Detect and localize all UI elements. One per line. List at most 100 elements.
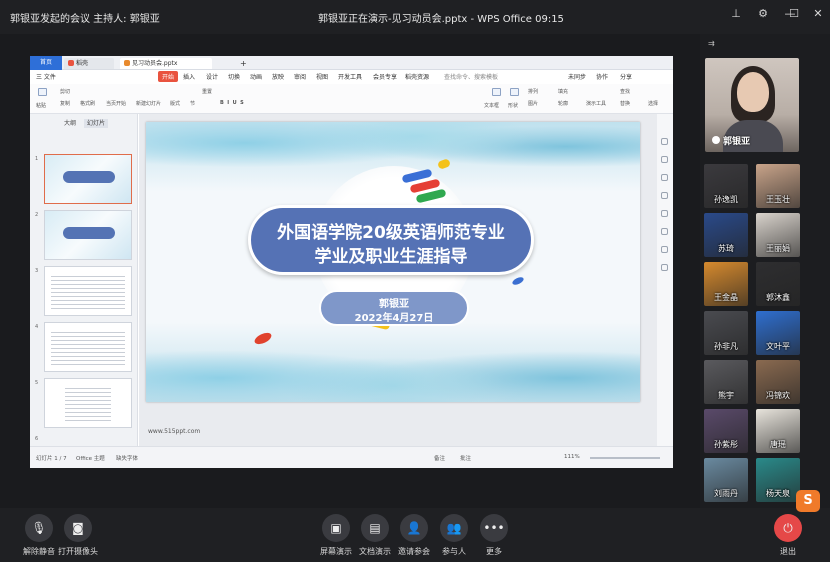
tool-icon[interactable] bbox=[661, 264, 668, 271]
paste-icon[interactable] bbox=[38, 88, 47, 96]
close-icon[interactable]: ✕ bbox=[806, 4, 830, 22]
menu-view[interactable]: 视图 bbox=[316, 72, 328, 81]
menu-developer[interactable]: 开发工具 bbox=[338, 72, 362, 81]
collapse-sidebar-icon[interactable]: ⇉ bbox=[708, 39, 715, 48]
reset-button[interactable]: 重置 bbox=[202, 88, 212, 95]
menu-insert[interactable]: 插入 bbox=[183, 72, 195, 81]
arrange-button[interactable]: 排列 bbox=[528, 88, 538, 95]
menu-animation[interactable]: 动画 bbox=[250, 72, 262, 81]
participant-tile[interactable]: 杨天泉 bbox=[756, 458, 800, 502]
leave-button[interactable]: ⏻ 退出 bbox=[769, 514, 807, 557]
section-button[interactable]: 节 bbox=[190, 100, 195, 107]
participant-name: 刘雨丹 bbox=[714, 489, 738, 498]
share-button[interactable]: 分享 bbox=[620, 72, 632, 81]
participant-tile[interactable]: 孙逸凯 bbox=[704, 164, 748, 208]
menu-slideshow[interactable]: 放映 bbox=[272, 72, 284, 81]
copy-button[interactable]: 复制 bbox=[60, 100, 70, 107]
more-button[interactable]: ••• 更多 bbox=[475, 514, 513, 557]
tool-icon[interactable] bbox=[661, 246, 668, 253]
menu-design[interactable]: 设计 bbox=[206, 72, 218, 81]
speaker-video[interactable]: 郭银亚 bbox=[705, 58, 799, 152]
settings-icon[interactable]: ⚙ bbox=[751, 4, 775, 22]
current-slide[interactable]: 外国语学院20级英语师范专业 学业及职业生涯指导 郭银亚 2022年4月27日 bbox=[146, 122, 640, 402]
wps-home-tab[interactable]: 首页 bbox=[30, 56, 62, 70]
outline-button[interactable]: 轮廓 bbox=[558, 100, 568, 107]
participant-tile[interactable]: 孙紫彤 bbox=[704, 409, 748, 453]
tool-icon[interactable] bbox=[661, 174, 668, 181]
participant-tile[interactable]: 苏琦 bbox=[704, 213, 748, 257]
menu-review[interactable]: 审阅 bbox=[294, 72, 306, 81]
menu-file[interactable]: 三 文件 bbox=[36, 72, 56, 81]
screen-share-icon: ▣ bbox=[322, 514, 350, 542]
tool-icon[interactable] bbox=[661, 210, 668, 217]
pin-icon[interactable]: ⊥ bbox=[724, 4, 748, 22]
unmute-button[interactable]: 🎙 解除静音 bbox=[20, 514, 58, 557]
shape-icon[interactable] bbox=[510, 88, 519, 96]
participant-tile[interactable]: 王金晶 bbox=[704, 262, 748, 306]
format-painter-button[interactable]: 格式刷 bbox=[80, 100, 95, 107]
camera-button[interactable]: ◙ 打开摄像头 bbox=[56, 514, 100, 557]
layout-button[interactable]: 版式 bbox=[170, 100, 180, 107]
notes-button[interactable]: 备注 bbox=[434, 454, 445, 462]
tool-icon[interactable] bbox=[661, 192, 668, 199]
participant-tile[interactable]: 唐瑶 bbox=[756, 409, 800, 453]
zoom-slider[interactable] bbox=[590, 457, 660, 459]
share-screen-button[interactable]: ▣ 屏幕演示 bbox=[317, 514, 355, 557]
start-current-button[interactable]: 当页开始 bbox=[106, 100, 126, 107]
participant-tile[interactable]: 王玉壮 bbox=[756, 164, 800, 208]
select-button[interactable]: 选择 bbox=[648, 100, 658, 107]
cut-button[interactable]: 剪切 bbox=[60, 88, 70, 95]
presenter-name: 郭银亚 bbox=[379, 299, 409, 310]
new-tab-icon[interactable]: + bbox=[236, 58, 251, 69]
menu-home[interactable]: 开始 bbox=[158, 71, 179, 82]
outline-tab[interactable]: 大纲 bbox=[64, 120, 76, 127]
tool-icon[interactable] bbox=[661, 228, 668, 235]
picture-button[interactable]: 图片 bbox=[528, 100, 538, 107]
doc-present-button[interactable]: ▤ 文档演示 bbox=[356, 514, 394, 557]
participant-tile[interactable]: 文叶平 bbox=[756, 311, 800, 355]
participant-tile[interactable]: 孙非凡 bbox=[704, 311, 748, 355]
slides-tab[interactable]: 幻灯片 bbox=[84, 119, 109, 128]
collab-button[interactable]: 协作 bbox=[596, 72, 608, 81]
zoom-level[interactable]: 111% bbox=[564, 454, 580, 460]
wps-draft-tab[interactable]: 稻壳 bbox=[64, 58, 114, 69]
participant-tile[interactable]: 郭沐鑫 bbox=[756, 262, 800, 306]
comments-button[interactable]: 批注 bbox=[460, 454, 471, 462]
participants-button[interactable]: 👥 参与人 bbox=[435, 514, 473, 557]
missing-font[interactable]: 缺失字体 bbox=[116, 454, 138, 462]
more-icon: ••• bbox=[480, 514, 508, 542]
slide-thumbnail[interactable] bbox=[44, 378, 132, 428]
sync-status[interactable]: 未同步 bbox=[568, 72, 586, 81]
invite-button[interactable]: 👤 邀请参会 bbox=[395, 514, 433, 557]
restore-icon[interactable]: ☐ bbox=[782, 4, 806, 22]
font-style-bar[interactable]: B I U S bbox=[220, 100, 244, 106]
find-button[interactable]: 查找 bbox=[620, 88, 630, 95]
replace-button[interactable]: 替换 bbox=[620, 100, 630, 107]
present-tools-button[interactable]: 演示工具 bbox=[586, 100, 606, 107]
thumb-text bbox=[51, 329, 125, 365]
participant-tile[interactable]: 刘雨丹 bbox=[704, 458, 748, 502]
participant-name: 孙逸凯 bbox=[714, 195, 738, 204]
slide-thumbnail[interactable] bbox=[44, 210, 132, 260]
sogou-ime-icon[interactable]: S bbox=[796, 490, 820, 512]
slide-thumbnail[interactable] bbox=[44, 266, 132, 316]
fill-button[interactable]: 填充 bbox=[558, 88, 568, 95]
wps-doc-tab[interactable]: 见习动员会.pptx bbox=[120, 58, 212, 69]
menu-member[interactable]: 会员专享 bbox=[373, 72, 397, 81]
new-slide-button[interactable]: 新建幻灯片 bbox=[136, 100, 161, 107]
tool-icon[interactable] bbox=[661, 156, 668, 163]
deco-blue-leaf bbox=[511, 275, 525, 287]
menu-docer[interactable]: 稻壳资源 bbox=[405, 72, 429, 81]
textbox-icon[interactable] bbox=[492, 88, 501, 96]
shared-wps-window: 首页 稻壳 见习动员会.pptx + 三 文件 开始 插入 设计 切换 动画 放… bbox=[30, 56, 673, 468]
participant-tile[interactable]: 熊宇 bbox=[704, 360, 748, 404]
command-search[interactable]: 查找命令、搜索模板 bbox=[444, 72, 498, 81]
slide-editing-canvas[interactable]: 外国语学院20级英语师范专业 学业及职业生涯指导 郭银亚 2022年4月27日 bbox=[139, 114, 657, 446]
tool-icon[interactable] bbox=[661, 138, 668, 145]
presentation-date: 2022年4月27日 bbox=[354, 313, 434, 324]
slide-thumbnail[interactable] bbox=[44, 154, 132, 204]
menu-transition[interactable]: 切换 bbox=[228, 72, 240, 81]
slide-thumbnail[interactable] bbox=[44, 322, 132, 372]
participant-tile[interactable]: 冯锦欢 bbox=[756, 360, 800, 404]
participant-tile[interactable]: 王丽娟 bbox=[756, 213, 800, 257]
